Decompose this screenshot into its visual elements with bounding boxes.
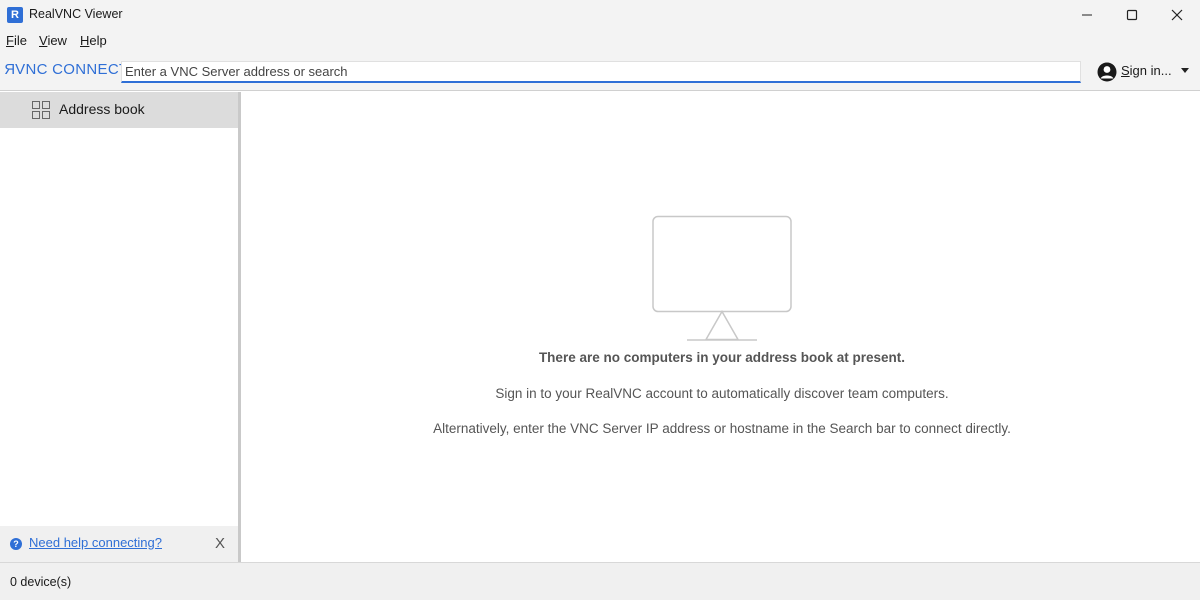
close-icon <box>1171 9 1183 21</box>
device-count: 0 device(s) <box>10 575 72 589</box>
chevron-down-icon <box>1181 68 1189 73</box>
close-help-icon[interactable]: X <box>215 535 225 552</box>
maximize-button[interactable] <box>1109 0 1155 30</box>
sign-in-label: Sign in... <box>1121 63 1172 78</box>
sign-in-text: ign in... <box>1129 63 1172 78</box>
menu-view-label: iew <box>47 33 67 48</box>
empty-state-title: There are no computers in your address b… <box>538 350 906 365</box>
menu-bar: File View Help <box>0 30 1200 51</box>
question-icon: ? <box>10 538 22 550</box>
monitor-icon <box>652 215 792 341</box>
logo-text: VNC CONNECT <box>15 61 129 78</box>
menu-file[interactable]: File <box>6 33 27 48</box>
menu-help[interactable]: Help <box>80 33 107 48</box>
grid-icon <box>32 101 50 119</box>
search-input[interactable] <box>121 61 1081 83</box>
empty-state-line1: Sign in to your RealVNC account to autom… <box>495 386 949 401</box>
main-panel: There are no computers in your address b… <box>244 92 1200 562</box>
help-banner: ? Need help connecting? X <box>0 526 238 562</box>
status-bar: 0 device(s) <box>0 562 1200 600</box>
user-icon <box>1097 62 1117 82</box>
title-bar: R RealVNC Viewer <box>0 0 1200 30</box>
sidebar-item-address-book[interactable]: Address book <box>0 92 238 128</box>
sign-in-key: S <box>1121 63 1130 78</box>
minimize-button[interactable] <box>1064 0 1110 30</box>
window-title: RealVNC Viewer <box>29 7 123 21</box>
menu-file-key: F <box>6 33 14 48</box>
vnc-connect-logo: RVNC CONNECT <box>4 61 128 78</box>
sidebar-item-label: Address book <box>59 101 145 117</box>
minimize-icon <box>1082 14 1092 16</box>
toolbar: RVNC CONNECT Sign in... <box>0 51 1200 91</box>
empty-state-line2: Alternatively, enter the VNC Server IP a… <box>433 421 1011 436</box>
menu-help-label: elp <box>89 33 107 48</box>
need-help-link[interactable]: Need help connecting? <box>29 535 162 550</box>
sidebar: Address book ? Need help connecting? X <box>0 92 241 562</box>
menu-help-key: H <box>80 33 90 48</box>
realvnc-app-icon: R <box>7 7 23 23</box>
close-button[interactable] <box>1154 0 1200 30</box>
logo-mirrored-r: R <box>4 61 16 78</box>
menu-file-label: ile <box>13 33 27 48</box>
sign-in-button[interactable]: Sign in... <box>1097 61 1193 83</box>
menu-view[interactable]: View <box>39 33 67 48</box>
maximize-icon <box>1126 9 1138 21</box>
